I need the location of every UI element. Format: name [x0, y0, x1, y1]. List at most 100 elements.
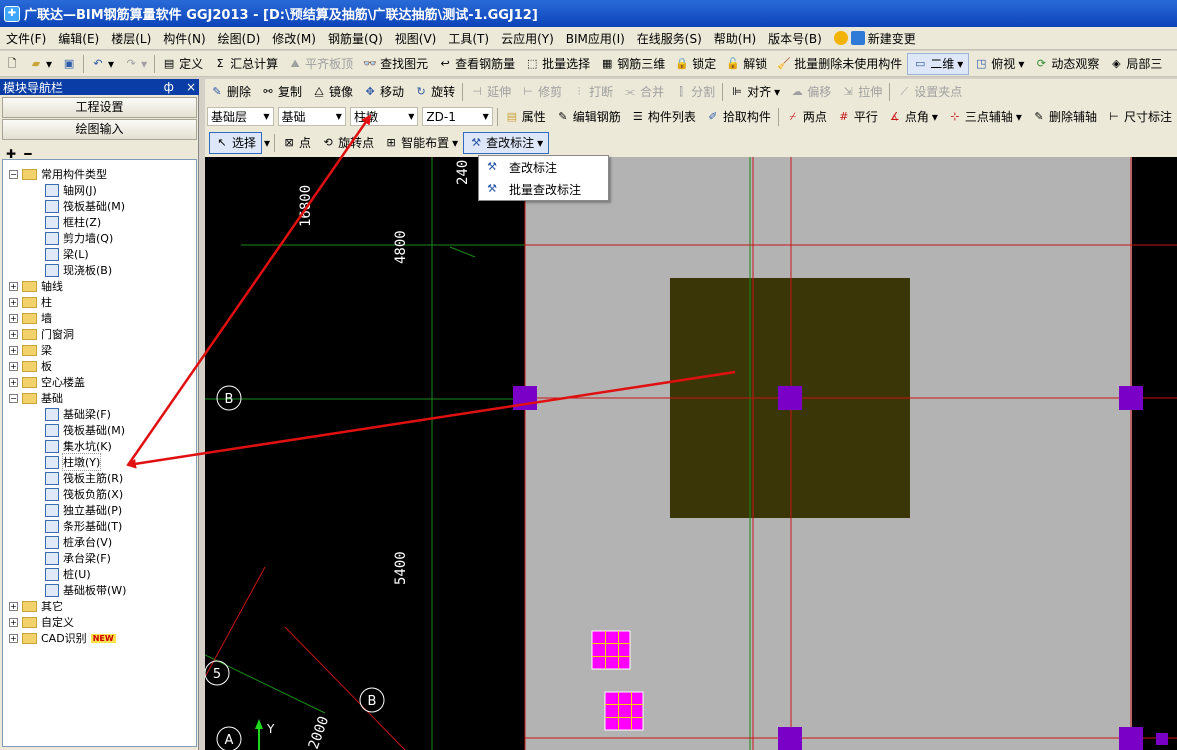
menu-rebar[interactable]: 钢筋量(Q)	[322, 30, 389, 47]
select-dropdown[interactable]: ▾	[262, 132, 272, 154]
dropdown-item-check-label[interactable]: ⚒ 查改标注	[479, 156, 608, 178]
delete-button[interactable]: ✎ 删除	[205, 81, 256, 103]
menu-file[interactable]: 文件(F)	[0, 30, 52, 47]
menu-online[interactable]: 在线服务(S)	[631, 30, 708, 47]
component-list-button[interactable]: ☰ 构件列表	[626, 106, 701, 128]
column[interactable]	[1119, 727, 1143, 750]
open-file-button[interactable]: ▰ ▾	[24, 53, 57, 75]
rotate-point-button[interactable]: ⟲ 旋转点	[316, 132, 379, 154]
pile-cap-group[interactable]	[591, 630, 631, 670]
close-icon[interactable]: ×	[186, 80, 196, 94]
tree-item[interactable]: 筏板负筋(X)	[45, 486, 123, 502]
menu-view[interactable]: 视图(V)	[389, 30, 443, 47]
redo-button[interactable]: ↷ ▾	[119, 53, 152, 75]
properties-button[interactable]: ▤ 属性	[500, 106, 551, 128]
menu-help[interactable]: 帮助(H)	[708, 30, 762, 47]
tree-folder[interactable]: − 基础	[9, 390, 63, 406]
expand-icon[interactable]: +	[9, 281, 18, 291]
tree-item[interactable]: 轴网(J)	[45, 182, 97, 198]
sum-calc-button[interactable]: Σ 汇总计算	[208, 53, 283, 75]
tree-item[interactable]: 现浇板(B)	[45, 262, 112, 278]
pile-cap-group[interactable]	[604, 691, 644, 731]
edit-rebar-button[interactable]: ✎ 编辑钢筋	[551, 106, 626, 128]
expand-icon[interactable]: +	[9, 313, 18, 323]
tree-folder[interactable]: + 板	[9, 358, 52, 374]
tree-folder[interactable]: + 梁	[9, 342, 52, 358]
find-elem-button[interactable]: 👓 查找图元	[358, 53, 433, 75]
tree-item[interactable]: 筏板基础(M)	[45, 422, 125, 438]
tree-folder[interactable]: + 空心楼盖	[9, 374, 85, 390]
align-button[interactable]: ⊫ 对齐 ▾	[725, 81, 785, 103]
expand-icon[interactable]: +	[9, 633, 18, 643]
expand-icon[interactable]: +	[9, 297, 18, 307]
set-grip-button[interactable]: ⟋ 设置夹点	[892, 81, 967, 103]
drawing-input-button[interactable]: 绘图输入	[2, 119, 197, 140]
define-button[interactable]: ▤ 定义	[157, 53, 208, 75]
tree-item[interactable]: 筏板主筋(R)	[45, 470, 123, 486]
tree-folder[interactable]: + 自定义	[9, 614, 74, 630]
name-select[interactable]: ZD-1 ▼	[422, 107, 493, 126]
tree-item[interactable]: 独立基础(P)	[45, 502, 122, 518]
undo-button[interactable]: ↶ ▾	[86, 53, 119, 75]
expand-icon[interactable]: +	[9, 345, 18, 355]
view-top-select[interactable]: ◳ 俯视 ▾	[969, 53, 1029, 75]
rotate-button[interactable]: ↻ 旋转	[409, 81, 460, 103]
extend-button[interactable]: ⊣ 延伸	[465, 81, 516, 103]
tree-item[interactable]: 桩(U)	[45, 566, 91, 582]
collapse-icon[interactable]: −	[9, 169, 18, 179]
pick-component-button[interactable]: ✐ 拾取构件	[701, 106, 776, 128]
local-3d-button[interactable]: ◈ 局部三	[1104, 53, 1167, 75]
tree-item[interactable]: 框柱(Z)	[45, 214, 101, 230]
menu-new-change[interactable]: 新建变更	[828, 30, 922, 47]
column[interactable]	[1119, 386, 1143, 410]
layer-select[interactable]: 基础层 ▼	[207, 107, 274, 126]
expand-icon[interactable]: +	[9, 377, 18, 387]
collapse-icon[interactable]: −	[9, 393, 18, 403]
expand-icon[interactable]: +	[9, 329, 18, 339]
column[interactable]	[1156, 733, 1168, 745]
batch-select-button[interactable]: ⬚ 批量选择	[520, 53, 595, 75]
stretch-button[interactable]: ⇲ 拉伸	[836, 81, 887, 103]
point-angle-button[interactable]: ∡ 点角 ▾	[883, 106, 943, 128]
expand-icon[interactable]: +	[9, 361, 18, 371]
tree-item[interactable]: 基础板带(W)	[45, 582, 126, 598]
flush-slab-button[interactable]: ⛰ 平齐板顶	[283, 53, 358, 75]
two-points-button[interactable]: ⌿ 两点	[781, 106, 832, 128]
lock-button[interactable]: 🔒 锁定	[670, 53, 721, 75]
menu-component[interactable]: 构件(N)	[157, 30, 211, 47]
unlock-button[interactable]: 🔓 解锁	[721, 53, 772, 75]
move-button[interactable]: ✥ 移动	[358, 81, 409, 103]
point-button[interactable]: ⊠ 点	[277, 132, 316, 154]
check-label-button[interactable]: ⚒ 查改标注 ▾	[463, 131, 550, 154]
batch-delete-button[interactable]: 🧹 批量删除未使用构件	[772, 53, 907, 75]
column[interactable]	[778, 386, 802, 410]
drawing-canvas[interactable]: B 5 B A 16800 4800 5400 240 2000 Y	[205, 157, 1177, 750]
tree-item[interactable]: 筏板基础(M)	[45, 198, 125, 214]
new-file-button[interactable]: 🗋	[0, 53, 24, 75]
save-button[interactable]: ▣	[57, 53, 81, 75]
three-point-aux-button[interactable]: ⊹ 三点辅轴 ▾	[943, 106, 1027, 128]
menu-cloud[interactable]: 云应用(Y)	[495, 30, 560, 47]
cad-drawing[interactable]: B 5 B A 16800 4800 5400 240 2000 Y	[205, 157, 1177, 750]
tree-item[interactable]: 承台梁(F)	[45, 550, 111, 566]
split-button[interactable]: ⫿ 分割	[669, 81, 720, 103]
tree-folder[interactable]: + CAD识别 NEW	[9, 630, 116, 646]
tree-item[interactable]: 基础梁(F)	[45, 406, 111, 422]
trim-button[interactable]: ⊢ 修剪	[516, 81, 567, 103]
merge-button[interactable]: ⫘ 合并	[618, 81, 669, 103]
expand-icon[interactable]: +	[9, 601, 18, 611]
tree-folder[interactable]: − 常用构件类型	[9, 166, 107, 182]
copy-button[interactable]: ⚯ 复制	[256, 81, 307, 103]
view-2d-select[interactable]: ▭ 二维 ▾	[907, 52, 970, 75]
menu-bim[interactable]: BIM应用(I)	[560, 30, 631, 47]
dropdown-item-batch-check-label[interactable]: ⚒ 批量查改标注	[479, 178, 608, 200]
tree-folder[interactable]: + 轴线	[9, 278, 63, 294]
break-button[interactable]: ⫶ 打断	[567, 81, 618, 103]
tree-folder[interactable]: + 门窗洞	[9, 326, 74, 342]
tree-item[interactable]: 梁(L)	[45, 246, 89, 262]
select-button[interactable]: ↖ 选择	[209, 131, 263, 154]
dimension-button[interactable]: ⊢ 尺寸标注	[1102, 106, 1177, 128]
tree-item[interactable]: 柱墩(Y)	[45, 453, 102, 471]
menu-tools[interactable]: 工具(T)	[442, 30, 495, 47]
tree-item[interactable]: 剪力墙(Q)	[45, 230, 113, 246]
